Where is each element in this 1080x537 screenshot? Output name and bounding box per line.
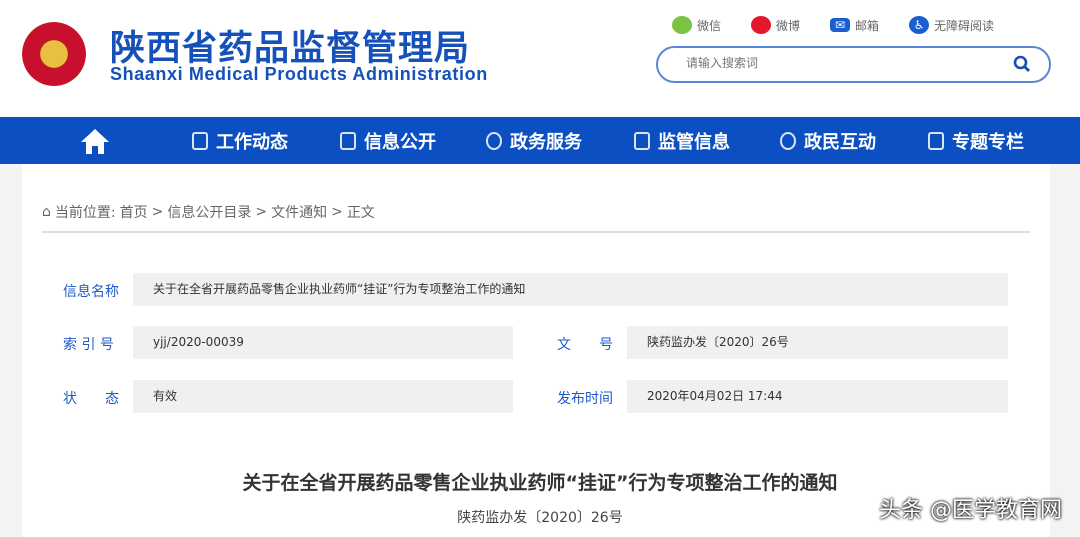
search-input[interactable] [686,56,986,70]
breadcrumb-sep: > [151,204,164,220]
home-outline-icon: ⌂ [42,204,51,220]
wechat-icon [672,16,692,34]
accessibility-label: 无障碍阅读 [934,18,995,33]
weibo-label: 微博 [776,18,801,33]
watermark: 头条 @医学教育网 [879,498,1062,523]
nav-item-gov-services[interactable]: 政务服务 [486,117,582,164]
index-value: yjj/2020-00039 [133,326,513,359]
header-links: 微信 微博 ✉ 邮箱 ♿ 无障碍阅读 [672,16,1024,34]
wechat-link[interactable]: 微信 [672,16,721,34]
info-name-value: 关于在全省开展药品零售企业执业药师“挂证”行为专项整治工作的通知 [133,273,1008,306]
national-emblem-logo [22,22,86,86]
mail-link[interactable]: ✉ 邮箱 [830,16,879,34]
note-icon [928,131,944,150]
nav-item-special-topics[interactable]: 专题专栏 [928,117,1024,164]
breadcrumb-sep: > [331,204,343,220]
search-box [656,46,1051,83]
book-icon [340,131,356,150]
article-title: 关于在全省开展药品零售企业执业药师“挂证”行为专项整治工作的通知 [242,472,838,494]
index-label: 索 引 号 [63,337,114,353]
info-name-label: 信息名称 [63,284,119,300]
home-icon[interactable] [80,127,110,155]
nav-item-interaction[interactable]: 政民互动 [780,117,876,164]
weibo-link[interactable]: 微博 [751,16,800,34]
nav-label: 监管信息 [658,131,730,153]
nav-label: 信息公开 [364,131,436,153]
divider [42,231,1030,233]
nav-item-work-news[interactable]: 工作动态 [192,117,288,164]
accessibility-link[interactable]: ♿ 无障碍阅读 [909,16,994,34]
doc-number-value: 陕药监办发〔2020〕26号 [627,326,1008,359]
wechat-label: 微信 [697,18,722,33]
doc-number-label: 文 号 [557,337,613,353]
weibo-icon [751,16,772,34]
mail-icon: ✉ [830,18,851,32]
breadcrumb-catalog[interactable]: 信息公开目录 [167,202,251,222]
interaction-icon [780,131,796,150]
site-title-en: Shaanxi Medical Products Administration [110,64,488,84]
nav-item-info-disclosure[interactable]: 信息公开 [340,117,436,164]
nav-label: 政民互动 [804,131,876,153]
grid-icon [486,131,502,150]
search-icon[interactable] [1013,55,1031,73]
accessibility-icon: ♿ [909,16,930,34]
mail-label: 邮箱 [855,18,880,33]
main-nav: 工作动态 信息公开 政务服务 监管信息 政民互动 专题专栏 [0,117,1080,164]
clipboard-icon [634,131,650,150]
document-list-icon [192,131,208,150]
breadcrumb-home[interactable]: 首页 [120,202,148,222]
nav-label: 政务服务 [510,131,582,153]
breadcrumb-prefix: 当前位置: [54,205,116,221]
publish-date-label: 发布时间 [557,391,613,407]
breadcrumb: ⌂ 当前位置: 首页 > 信息公开目录 > 文件通知 > 正文 [42,202,379,222]
site-header: 陕西省药品监督管理局 Shaanxi Medical Products Admi… [0,0,1080,117]
breadcrumb-sep: > [255,204,268,220]
breadcrumb-current: 正文 [346,205,375,221]
status-value: 有效 [133,380,513,413]
status-label: 状 态 [63,391,119,407]
nav-label: 专题专栏 [952,131,1024,153]
nav-label: 工作动态 [216,131,288,153]
publish-date-value: 2020年04月02日 17:44 [627,380,1008,413]
breadcrumb-notices[interactable]: 文件通知 [271,202,327,222]
nav-item-supervision-info[interactable]: 监管信息 [634,117,730,164]
